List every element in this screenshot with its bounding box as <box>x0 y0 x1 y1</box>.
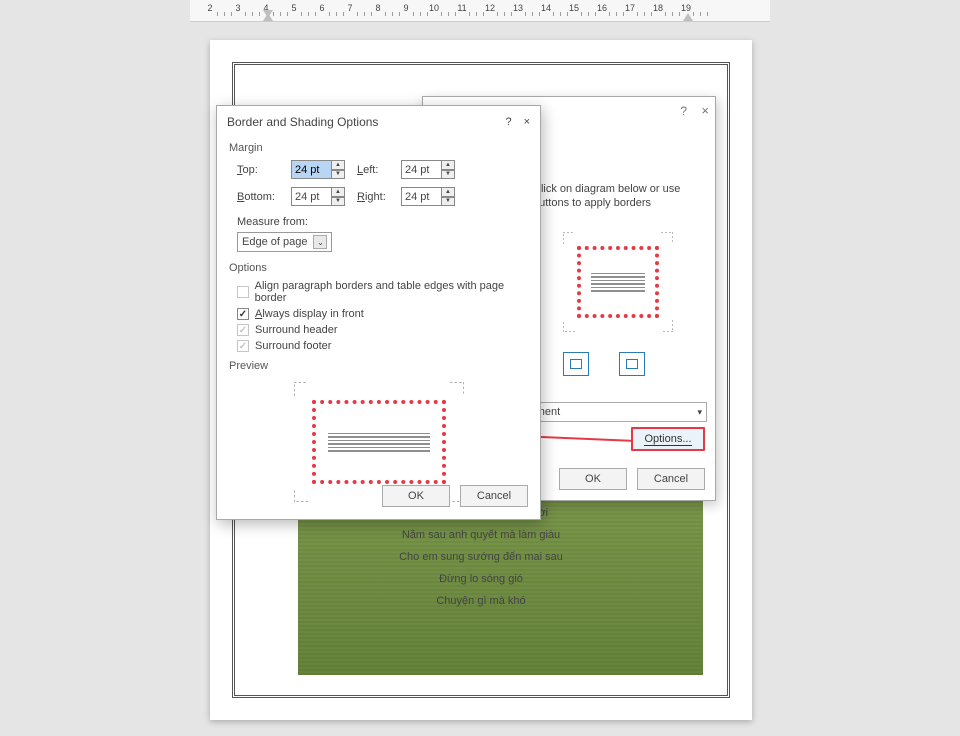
border-preview <box>294 382 464 502</box>
margin-bottom-label: Bottom: <box>237 191 287 203</box>
heart-border-preview <box>312 400 446 484</box>
spin-down-icon[interactable]: ▼ <box>331 170 345 180</box>
chevron-down-icon: ⌄ <box>313 235 327 249</box>
close-icon[interactable]: × <box>701 103 709 118</box>
margin-bottom-spinner[interactable]: ▲▼ <box>291 187 353 206</box>
margin-left-label: Left: <box>357 164 397 176</box>
cancel-button[interactable]: Cancel <box>637 468 705 490</box>
align-paragraph-borders-checkbox: Align paragraph borders and table edges … <box>237 280 528 304</box>
chevron-down-icon: ▾ <box>697 407 702 418</box>
corner-guide-icon <box>661 320 673 332</box>
margin-top-label: Top: <box>237 164 287 176</box>
diagram-hint: Click on diagram below or use buttons to… <box>533 182 703 210</box>
margin-right-label: Right: <box>357 191 397 203</box>
dialog-titlebar[interactable]: Border and Shading Options ? × <box>217 106 540 138</box>
close-icon[interactable]: × <box>524 116 530 128</box>
measure-from-select[interactable]: Edge of page ⌄ <box>237 232 332 252</box>
help-icon[interactable]: ? <box>680 104 687 118</box>
spin-up-icon[interactable]: ▲ <box>441 187 455 197</box>
measure-from-value: Edge of page <box>242 236 307 248</box>
spin-up-icon[interactable]: ▲ <box>331 160 345 170</box>
corner-guide-icon <box>563 320 575 332</box>
apply-to-select[interactable]: ocument ▾ <box>513 402 707 422</box>
corner-guide-icon <box>294 488 308 502</box>
cancel-button[interactable]: Cancel <box>460 485 528 507</box>
spin-up-icon[interactable]: ▲ <box>331 187 345 197</box>
heart-border-preview <box>577 246 659 318</box>
poem-line: Cho em sung sướng đến mai sau <box>210 546 752 568</box>
preview-section-header: Preview <box>229 360 528 372</box>
poem-line: Đừng lo sóng gió <box>210 568 752 590</box>
margin-top-spinner[interactable]: ▲▼ <box>291 160 353 179</box>
margin-right-spinner[interactable]: ▲▼ <box>401 187 463 206</box>
spin-down-icon[interactable]: ▼ <box>331 197 345 207</box>
measure-from-label: Measure from: <box>237 216 308 228</box>
border-preview-diagram[interactable] <box>563 232 673 332</box>
poem-line: Năm sau anh quyết mà làm giàu <box>210 524 752 546</box>
corner-guide-icon <box>563 232 575 244</box>
corner-guide-icon <box>450 382 464 396</box>
corner-guide-icon <box>294 382 308 396</box>
border-button-bottom[interactable] <box>619 352 645 376</box>
ok-button[interactable]: OK <box>382 485 450 507</box>
options-section-header: Options <box>229 262 528 274</box>
spin-down-icon[interactable]: ▼ <box>441 170 455 180</box>
options-button[interactable]: Options... <box>631 427 705 451</box>
border-shading-options-dialog: Border and Shading Options ? × Margin To… <box>216 105 541 520</box>
border-button-top[interactable] <box>563 352 589 376</box>
surround-footer-checkbox: Surround footer <box>237 340 528 352</box>
corner-guide-icon <box>661 232 673 244</box>
poem-line: Chuyện gì mà khó <box>210 590 752 612</box>
help-icon[interactable]: ? <box>505 116 511 128</box>
spin-up-icon[interactable]: ▲ <box>441 160 455 170</box>
margin-left-spinner[interactable]: ▲▼ <box>401 160 463 179</box>
always-display-in-front-checkbox[interactable]: Always display in front <box>237 308 528 320</box>
dialog-title: Border and Shading Options <box>227 115 378 129</box>
spin-down-icon[interactable]: ▼ <box>441 197 455 207</box>
surround-header-checkbox: Surround header <box>237 324 528 336</box>
horizontal-ruler[interactable]: 2345678910111213141516171819 <box>190 0 770 22</box>
ok-button[interactable]: OK <box>559 468 627 490</box>
margin-section-header: Margin <box>229 142 528 154</box>
